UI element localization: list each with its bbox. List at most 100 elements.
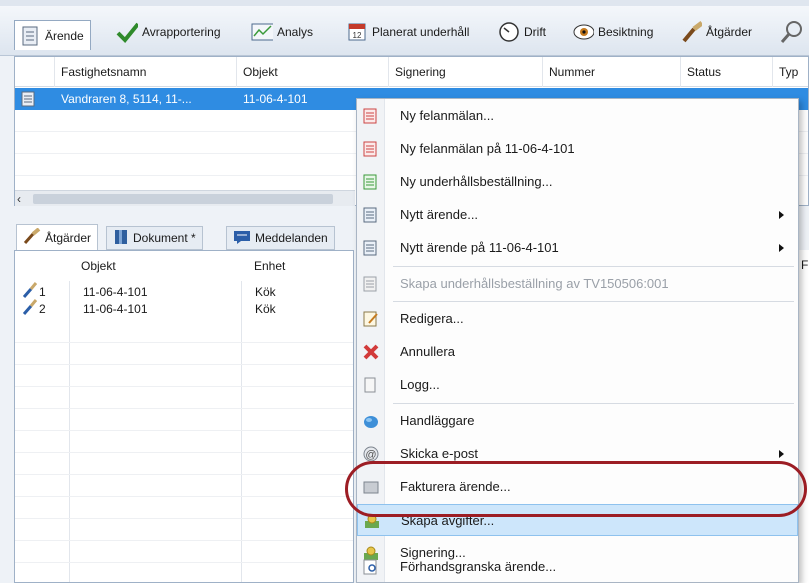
toolbar-tab-search[interactable]	[780, 18, 802, 46]
menu-item-logg[interactable]: Logg...	[357, 369, 798, 401]
menu-item-forhandsgranska[interactable]: Förhandsgranska ärende...	[357, 551, 798, 583]
menu-item-fakturera-arende[interactable]: Fakturera ärende...	[357, 471, 798, 503]
row-number: 2	[39, 302, 46, 316]
gauge-icon	[498, 21, 520, 43]
col-nummer[interactable]: Nummer	[543, 57, 681, 87]
col-objekt[interactable]: Objekt	[75, 251, 116, 281]
table-row[interactable]	[15, 409, 353, 431]
book-icon	[113, 229, 129, 248]
menu-item-label: Nytt ärende på 11-06-4-101	[400, 240, 559, 255]
menu-item-skapa-underhallsbestallning: Skapa underhållsbeställning av TV150506:…	[357, 268, 798, 300]
toolbar-label: Drift	[524, 25, 546, 39]
col-signering[interactable]: Signering	[389, 57, 543, 87]
toolbar-tab-atgarder[interactable]: Åtgärder	[680, 18, 752, 46]
toolbar-tab-planerat-underhall[interactable]: 12 Planerat underhåll	[346, 18, 469, 46]
svg-text:12: 12	[353, 31, 362, 40]
eye-icon	[572, 21, 594, 43]
menu-item-annullera[interactable]: Annullera	[357, 336, 798, 368]
scrollbar-thumb[interactable]	[33, 194, 333, 204]
toolbar-tab-avrapportering[interactable]: Avrapportering	[116, 18, 221, 46]
form-grey-icon	[363, 276, 379, 292]
svg-text:@: @	[365, 449, 376, 461]
toolbar-tab-arende[interactable]: Ärende	[14, 20, 91, 50]
menu-item-label: Ny felanmälan...	[400, 108, 494, 123]
brush-icon	[680, 21, 702, 43]
table-row[interactable]	[15, 365, 353, 387]
col-status[interactable]: Status	[681, 57, 773, 87]
table-row[interactable]: 1 11-06-4-101 Kök	[15, 282, 353, 300]
menu-item-handlaggare[interactable]: Handläggare	[357, 405, 798, 437]
row-doc-icon	[21, 88, 47, 110]
menu-item-label: Ny underhållsbeställning...	[400, 174, 553, 189]
table-row[interactable]	[15, 321, 353, 343]
chart-icon	[251, 21, 273, 43]
main-toolbar: Ärende Avrapportering Analys 12 Planerat…	[0, 6, 809, 56]
form-blue-icon	[363, 207, 379, 223]
preview-icon	[363, 559, 379, 575]
cancel-x-icon	[363, 344, 379, 360]
fees-icon	[364, 513, 380, 529]
message-icon	[233, 229, 251, 248]
menu-item-nytt-arende-pa-objekt[interactable]: Nytt ärende på 11-06-4-101	[357, 232, 798, 264]
toolbar-label: Åtgärder	[706, 25, 753, 39]
menu-item-label: Ny felanmälan på 11-06-4-101	[400, 141, 575, 156]
menu-item-redigera[interactable]: Redigera...	[357, 303, 798, 335]
menu-item-ny-underhallsbestallning[interactable]: Ny underhållsbeställning...	[357, 166, 798, 198]
cell-fastighetsnamn: Vandraren 8, 5114, 11-...	[61, 92, 192, 106]
tab-dokument[interactable]: Dokument *	[106, 226, 203, 250]
scroll-left-icon[interactable]: ‹	[17, 191, 29, 207]
brush-icon	[23, 227, 41, 247]
menu-item-label: Logg...	[400, 377, 440, 392]
menu-separator	[393, 301, 794, 302]
menu-item-ny-felanmalan[interactable]: Ny felanmälan...	[357, 100, 798, 132]
col-fastighetsnamn[interactable]: Fastighetsnamn	[55, 57, 237, 87]
horizontal-scrollbar[interactable]: ‹	[15, 190, 355, 206]
checkmark-icon	[116, 21, 138, 43]
tab-meddelanden[interactable]: Meddelanden	[226, 226, 335, 250]
table-row[interactable]	[15, 453, 353, 475]
toolbar-tab-analys[interactable]: Analys	[251, 18, 313, 46]
form-green-icon	[363, 174, 379, 190]
menu-item-skapa-avgifter[interactable]: Skapa avgifter...	[357, 504, 798, 536]
menu-item-ny-felanmalan-pa-objekt[interactable]: Ny felanmälan på 11-06-4-101	[357, 133, 798, 165]
form-red-icon	[363, 141, 379, 157]
toolbar-label: Avrapportering	[142, 25, 221, 39]
table-row[interactable]: 2 11-06-4-101 Kök	[15, 299, 353, 319]
menu-item-nytt-arende[interactable]: Nytt ärende...	[357, 199, 798, 231]
toolbar-label: Analys	[277, 25, 314, 39]
tab-atgarder[interactable]: Åtgärder	[16, 224, 99, 250]
cell-enhet: Kök	[255, 302, 276, 316]
table-row[interactable]	[15, 343, 353, 365]
detail-tabs: Åtgärder Dokument * Meddelanden	[14, 224, 354, 250]
menu-item-label: Skapa underhållsbeställning av TV150506:…	[400, 276, 669, 291]
toolbar-tab-drift[interactable]: Drift	[498, 18, 546, 46]
menu-item-label: Förhandsgranska ärende...	[400, 559, 557, 574]
log-icon	[363, 377, 379, 393]
col-objekt[interactable]: Objekt	[237, 57, 389, 87]
form-blue-icon	[363, 240, 379, 256]
col-typ[interactable]: Typ	[773, 57, 809, 87]
toolbar-tab-besiktning[interactable]: Besiktning	[572, 18, 653, 46]
table-row[interactable]	[15, 519, 353, 541]
calendar-icon: 12	[346, 21, 368, 43]
table-row[interactable]	[15, 497, 353, 519]
menu-item-skicka-e-post[interactable]: @ Skicka e-post	[357, 438, 798, 470]
toolbar-label: Planerat underhåll	[372, 25, 470, 39]
table-row[interactable]	[15, 431, 353, 453]
at-icon: @	[363, 446, 379, 462]
right-panel-edge: F	[799, 250, 809, 583]
tab-label: Dokument *	[133, 231, 196, 245]
brush-icon	[22, 299, 38, 319]
table-row[interactable]	[15, 475, 353, 497]
menu-separator	[393, 266, 794, 267]
cell-objekt: 11-06-4-101	[83, 285, 148, 299]
menu-item-label: Skicka e-post	[400, 446, 479, 461]
toolbar-label: Ärende	[45, 28, 84, 43]
atgarder-grid: Objekt Enhet 1 11-06-4-101 Kök 2 11-06-4…	[14, 250, 354, 583]
form-red-icon	[363, 108, 379, 124]
table-row[interactable]	[15, 541, 353, 563]
col-enhet[interactable]: Enhet	[248, 251, 285, 281]
table-row[interactable]	[15, 387, 353, 409]
submenu-arrow-icon	[779, 211, 784, 219]
document-icon	[19, 25, 41, 47]
